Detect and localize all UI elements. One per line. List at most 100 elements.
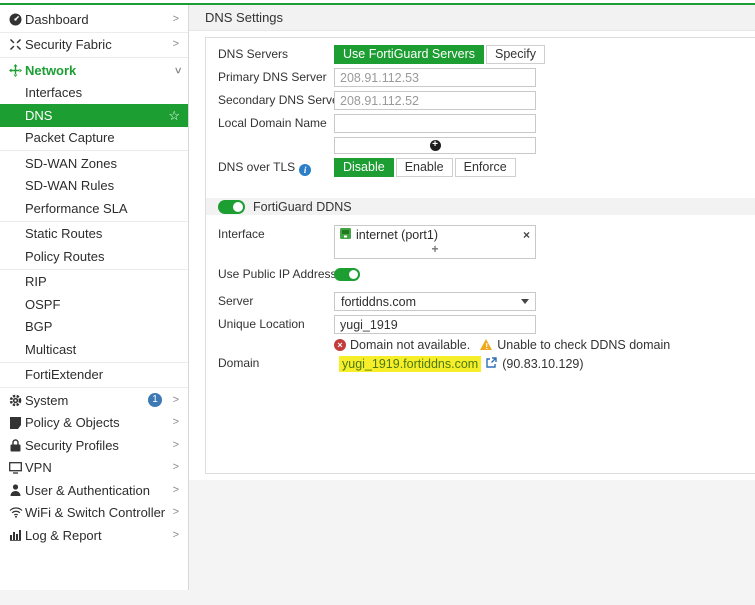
secondary-dns-label: Secondary DNS Server [218, 93, 343, 107]
sidebar-item-label: Log & Report [25, 527, 102, 543]
sidebar-item-dashboard[interactable]: Dashboard > [0, 8, 188, 31]
sidebar-item-label: Security Fabric [25, 37, 112, 53]
tls-disable-button[interactable]: Disable [334, 158, 394, 177]
use-fortiguard-servers-button[interactable]: Use FortiGuard Servers [334, 45, 484, 64]
error-icon: × [334, 339, 346, 351]
sidebar-item-sdwan-rules[interactable]: SD-WAN Rules [0, 175, 188, 198]
sidebar-item-label: Packet Capture [25, 130, 115, 146]
server-value: fortiddns.com [341, 294, 417, 309]
star-icon[interactable]: ☆ [168, 109, 180, 122]
sidebar-separator [0, 31, 188, 33]
sidebar-separator [0, 57, 188, 58]
policy-icon [6, 416, 25, 429]
ddns-toggle[interactable] [218, 199, 245, 214]
network-icon [6, 63, 25, 77]
interface-entry[interactable]: internet (port1) × [335, 226, 535, 243]
sidebar-item-user-authentication[interactable]: User & Authentication > [0, 479, 188, 502]
sidebar-item-sdwan-zones[interactable]: SD-WAN Zones [0, 152, 188, 175]
chevron-right-icon: > [172, 438, 179, 451]
secondary-dns-row: Secondary DNS Server [206, 91, 755, 110]
sidebar-item-label: Policy Routes [25, 248, 105, 264]
primary-dns-input[interactable] [334, 68, 536, 87]
sidebar-item-network[interactable]: Network > [0, 59, 188, 82]
error-text: Domain not available. [350, 338, 471, 352]
specify-button[interactable]: Specify [485, 45, 545, 64]
sidebar-item-bgp[interactable]: BGP [0, 316, 188, 339]
sidebar-item-interfaces[interactable]: Interfaces [0, 82, 188, 105]
sidebar-item-dns[interactable]: DNS ☆ [0, 104, 188, 127]
gauge-icon [6, 13, 25, 26]
primary-dns-row: Primary DNS Server [206, 68, 755, 87]
sidebar-item-rip[interactable]: RIP [0, 271, 188, 294]
main-panel: DNS Settings DNS Servers Use FortiGuard … [189, 5, 755, 480]
tls-enable-button[interactable]: Enable [395, 158, 453, 177]
dns-over-tls-row: DNS over TLS i Disable Enable Enforce [206, 158, 755, 177]
info-icon[interactable]: i [299, 164, 312, 176]
server-select[interactable]: fortiddns.com [334, 292, 536, 311]
fabric-icon [6, 38, 25, 51]
validation-messages: × Domain not available. ! Unable to chec… [334, 338, 755, 352]
sidebar-item-label: Network [25, 62, 77, 78]
sidebar-item-label: Multicast [25, 341, 77, 357]
content-area: DNS Servers Use FortiGuard Servers Speci… [189, 31, 755, 480]
sidebar-item-label: SD-WAN Zones [25, 155, 117, 171]
chevron-right-icon: > [172, 506, 179, 519]
add-domain-button[interactable]: + [334, 137, 536, 154]
use-public-ip-toggle[interactable] [334, 268, 360, 281]
notification-badge: 1 [148, 393, 162, 408]
domain-link[interactable]: yugi_1919.fortiddns.com [339, 355, 482, 372]
sidebar-item-policy-objects[interactable]: Policy & Objects > [0, 412, 188, 435]
sidebar-item-performance-sla[interactable]: Performance SLA [0, 197, 188, 220]
add-interface-button[interactable]: + [335, 243, 535, 258]
interface-value: internet (port1) [356, 227, 438, 242]
chevron-right-icon: > [172, 12, 179, 25]
dns-settings-card: DNS Servers Use FortiGuard Servers Speci… [205, 37, 755, 474]
server-row: Server fortiddns.com [206, 292, 755, 311]
secondary-dns-input[interactable] [334, 91, 536, 110]
sidebar-separator [0, 361, 188, 363]
sidebar-item-label: DNS [25, 107, 53, 123]
dns-servers-row: DNS Servers Use FortiGuard Servers Speci… [206, 45, 755, 64]
remove-interface-icon[interactable]: × [523, 229, 530, 241]
sidebar-item-ospf[interactable]: OSPF [0, 293, 188, 316]
sidebar-item-policy-routes[interactable]: Policy Routes [0, 245, 188, 268]
chevron-right-icon: > [172, 416, 179, 429]
chevron-right-icon: > [172, 528, 179, 541]
sidebar-item-label: OSPF [25, 296, 61, 312]
warning-text: Unable to check DDNS domain [497, 338, 671, 352]
domain-ip: (90.83.10.129) [502, 356, 584, 371]
sidebar-item-security-fabric[interactable]: Security Fabric > [0, 34, 188, 57]
sidebar-item-log-report[interactable]: Log & Report > [0, 524, 188, 547]
lock-icon [6, 439, 25, 452]
sidebar-item-static-routes[interactable]: Static Routes [0, 223, 188, 246]
gear-icon [6, 394, 25, 407]
dns-servers-label: DNS Servers [218, 47, 289, 61]
local-domain-input[interactable] [334, 114, 536, 133]
sidebar-item-vpn[interactable]: VPN > [0, 457, 188, 480]
sidebar-item-packet-capture[interactable]: Packet Capture [0, 127, 188, 150]
sidebar-item-wifi-switch[interactable]: WiFi & Switch Controller > [0, 502, 188, 525]
sidebar-item-system[interactable]: System 1 > [0, 389, 188, 412]
sidebar-item-label: System [25, 392, 69, 408]
fortiguard-ddns-section-bar: FortiGuard DDNS [206, 198, 755, 215]
sidebar-item-fortiextender[interactable]: FortiExtender [0, 364, 188, 387]
sidebar-item-security-profiles[interactable]: Security Profiles > [0, 434, 188, 457]
page-title-bar: DNS Settings [189, 5, 755, 31]
external-link-icon[interactable] [486, 355, 497, 373]
add-domain-row: + [206, 137, 755, 154]
sidebar-separator [0, 220, 188, 222]
dns-over-tls-segmented: Disable Enable Enforce [334, 158, 516, 177]
tls-enforce-button[interactable]: Enforce [454, 158, 516, 177]
dns-over-tls-label: DNS over TLS [218, 160, 296, 174]
plus-circle-icon: + [429, 140, 441, 151]
unique-location-input[interactable] [334, 315, 536, 334]
unique-location-row: Unique Location [206, 315, 755, 334]
use-public-ip-label: Use Public IP Address [218, 267, 337, 281]
warning-icon: ! [480, 339, 493, 351]
sidebar-separator [0, 268, 188, 270]
sidebar-item-label: Performance SLA [25, 200, 128, 216]
sidebar-item-multicast[interactable]: Multicast [0, 338, 188, 361]
chevron-right-icon: > [172, 393, 179, 406]
sidebar-item-label: RIP [25, 274, 47, 290]
unique-location-label: Unique Location [218, 317, 305, 331]
